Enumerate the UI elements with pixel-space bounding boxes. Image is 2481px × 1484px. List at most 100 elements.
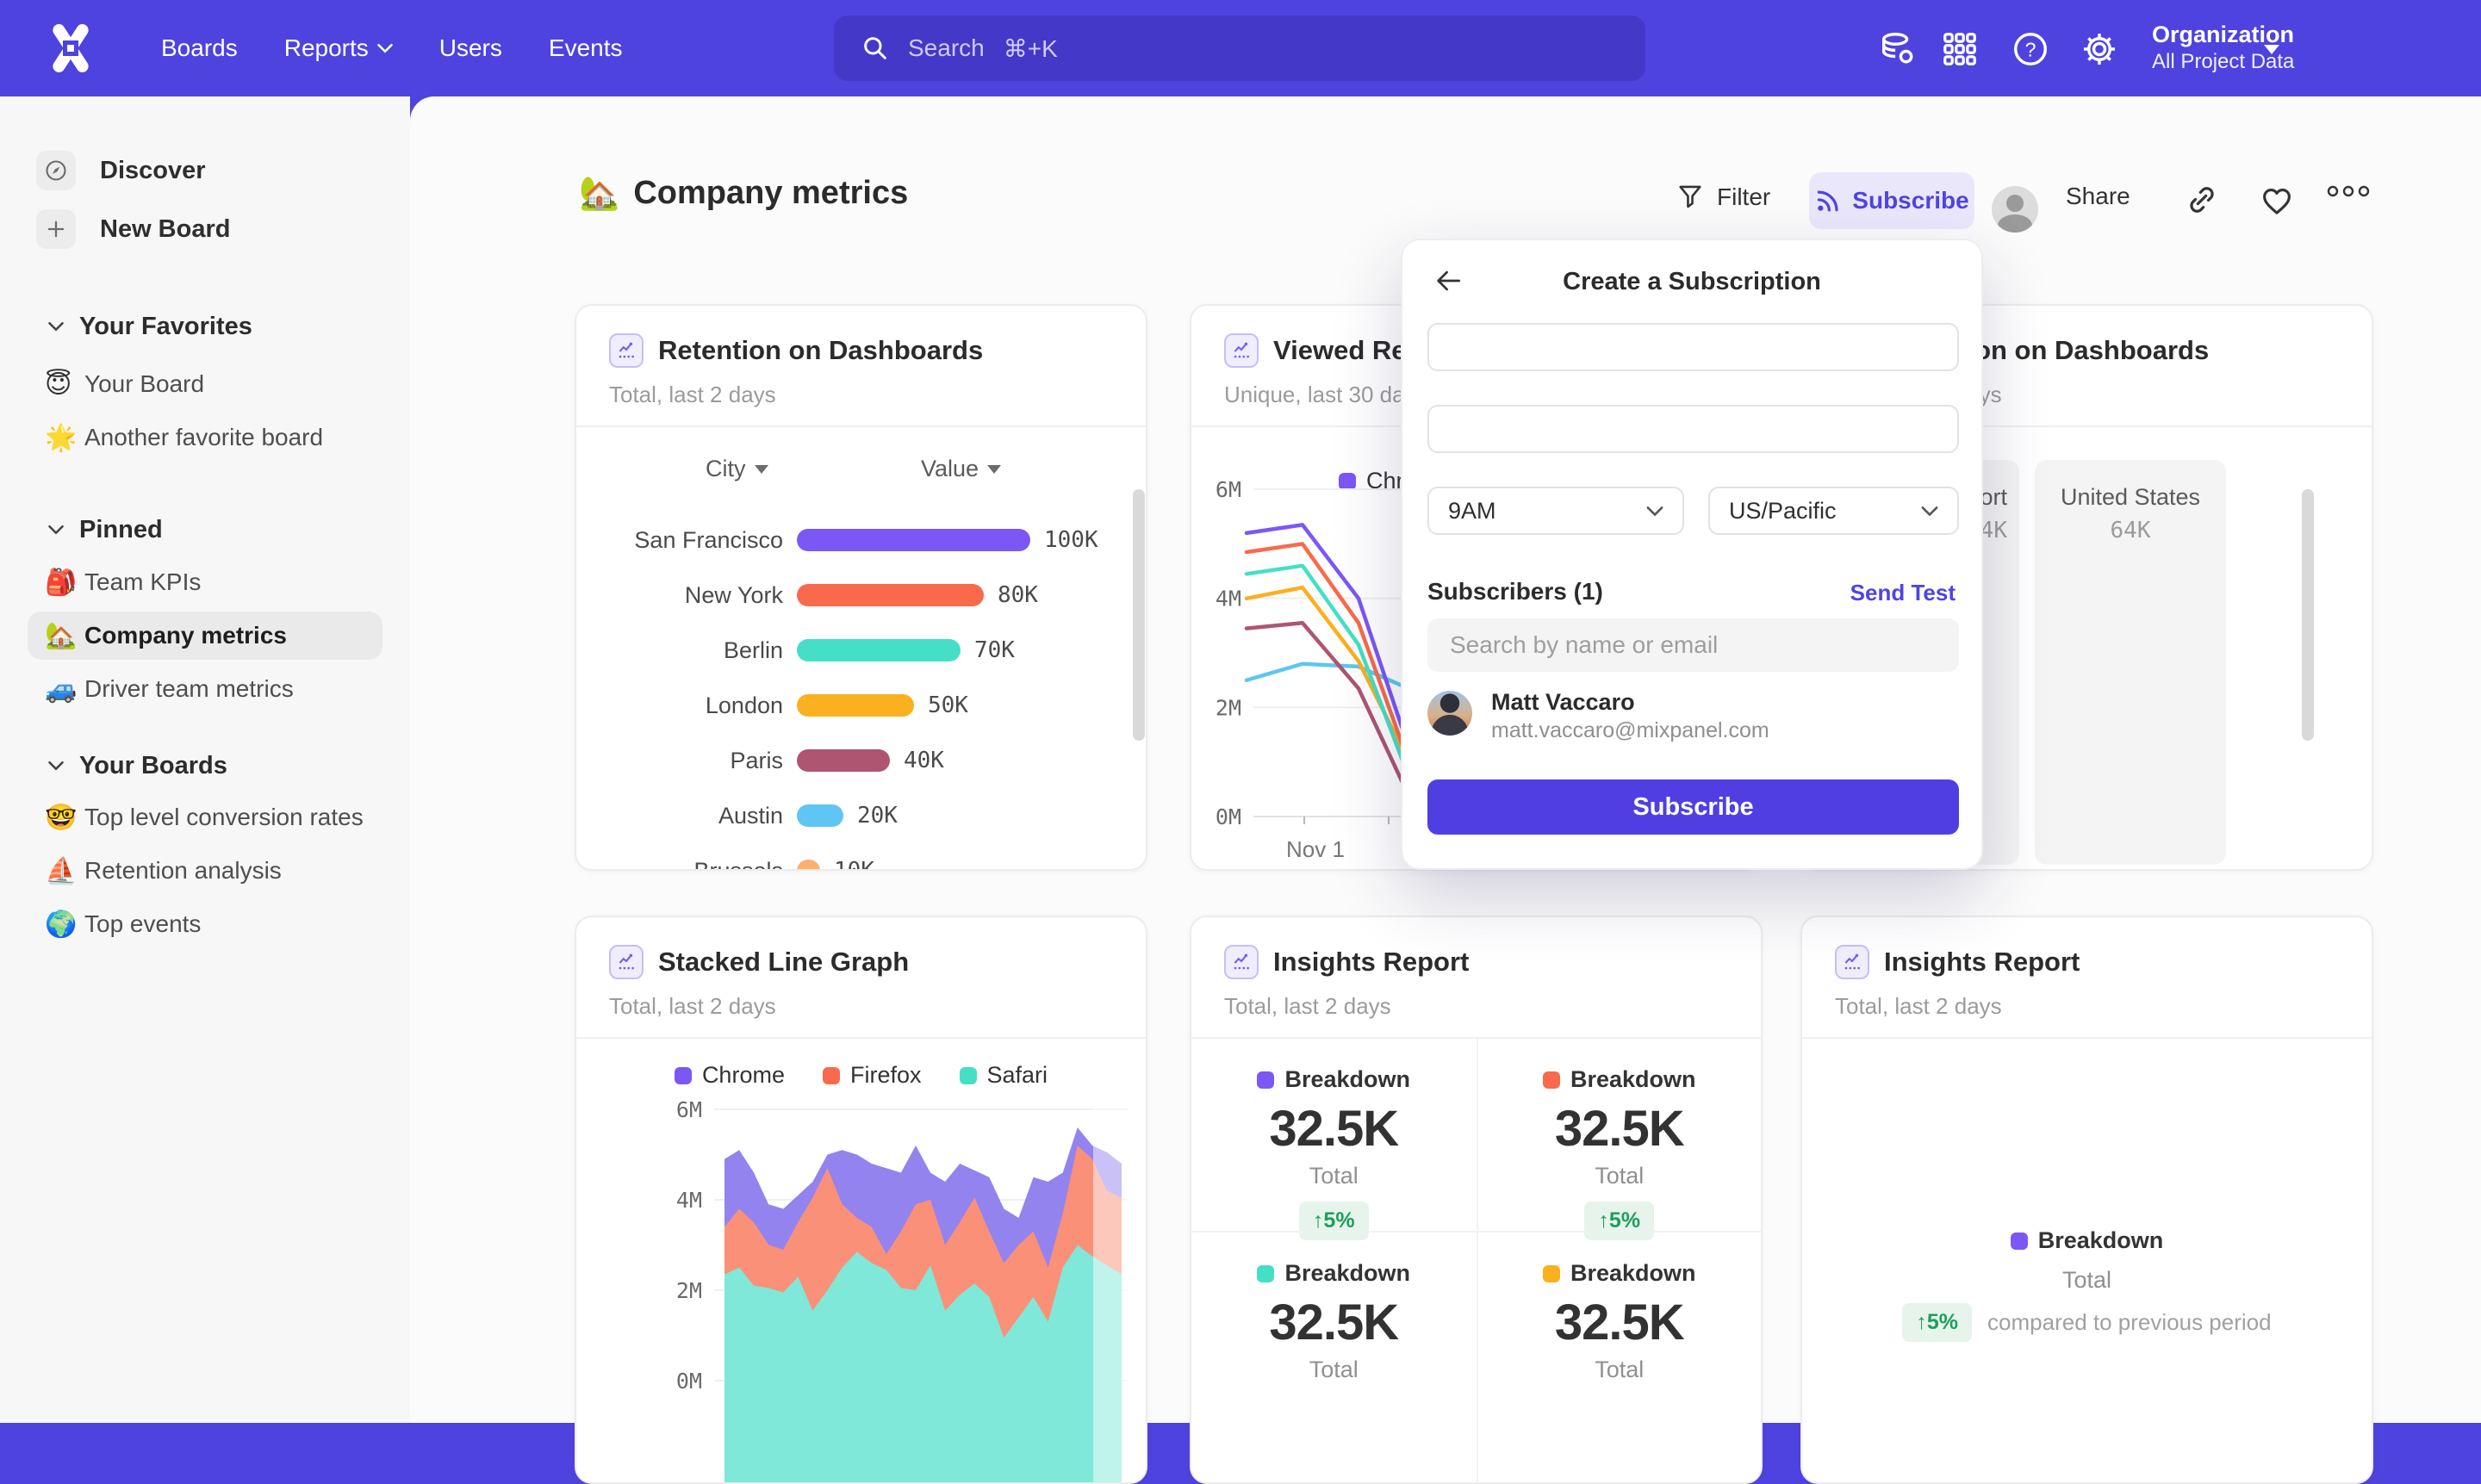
- search-icon: [861, 34, 889, 62]
- chevron-down-icon: [48, 321, 64, 332]
- more-options-icon[interactable]: [2326, 183, 2371, 200]
- tile-total-label: Total: [1309, 1357, 1359, 1383]
- city-label: Brussels: [576, 858, 783, 872]
- apps-grid-icon[interactable]: [1940, 29, 1980, 69]
- value-label: 100K: [1044, 527, 1098, 553]
- delta-badge: ↑5%: [1902, 1303, 1972, 1342]
- legend-swatch: [1257, 1071, 1274, 1089]
- sidebar-item-top-events[interactable]: 🌍Top events: [0, 900, 410, 948]
- board-emoji: 🤓: [45, 803, 77, 833]
- bar-chart: San Francisco 100K New York80KBerlin70KLon…: [576, 512, 1145, 871]
- subscribers-label: Subscribers (1): [1427, 578, 1603, 605]
- compass-icon: [36, 151, 76, 190]
- table-row-london[interactable]: London50K: [576, 678, 1145, 733]
- value-label: 70K: [974, 637, 1015, 663]
- metric-tile-2[interactable]: Breakdown32.5KTotal↑5%: [1477, 1039, 1762, 1231]
- table-row-new-york[interactable]: New York80K: [576, 568, 1145, 623]
- chevron-down-icon: [48, 761, 64, 771]
- subscribe-submit-button[interactable]: Subscribe: [1427, 779, 1959, 835]
- nav-item-reports[interactable]: Reports: [284, 34, 393, 62]
- subscriber-name: Matt Vaccaro: [1491, 689, 1635, 716]
- metric-tile-4[interactable]: Breakdown32.5KTotal: [1477, 1231, 1762, 1484]
- gear-icon[interactable]: [2080, 29, 2119, 69]
- report-chart-icon: [1224, 945, 1259, 979]
- frequency-tabs: [1427, 405, 1959, 453]
- table-row-austin[interactable]: Austin20K: [576, 788, 1145, 843]
- filter-button[interactable]: Filter: [1676, 183, 1770, 212]
- sidebar-item-discover[interactable]: Discover: [0, 146, 410, 195]
- table-row-san-francisco[interactable]: San Francisco 100K: [576, 512, 1145, 568]
- create-subscription-modal: Create a Subscription 9AM US/Pacific Sub…: [1401, 239, 1983, 870]
- scrollbar[interactable]: [1133, 489, 1145, 741]
- metric-tile-1[interactable]: Breakdown32.5KTotal↑5%: [1191, 1039, 1477, 1231]
- metric-tile-3[interactable]: Breakdown32.5KTotal: [1191, 1231, 1477, 1484]
- breakdown-cell-country[interactable]: United States 64K: [2035, 460, 2226, 865]
- sidebar-item-driver-team-metrics[interactable]: 🚙Driver team metrics: [0, 665, 410, 713]
- sidebar-section-your-favorites[interactable]: Your Favorites: [0, 309, 410, 344]
- chevron-down-icon: [377, 43, 393, 53]
- send-test-link[interactable]: Send Test: [1850, 580, 1956, 606]
- shared-user-avatar[interactable]: [1992, 186, 2038, 233]
- table-row-berlin[interactable]: Berlin70K: [576, 623, 1145, 678]
- tile-legend: Breakdown: [1257, 1260, 1410, 1287]
- sidebar-item-your-board[interactable]: 😇Your Board: [0, 360, 410, 408]
- copy-link-icon[interactable]: [2185, 183, 2219, 217]
- card-stacked-line-graph: Stacked Line Graph Total, last 2 days Ch…: [575, 916, 1147, 1484]
- nav-item-events[interactable]: Events: [549, 34, 623, 62]
- sidebar-item-label: Retention analysis: [84, 857, 282, 885]
- sidebar-item-label: Top level conversion rates: [84, 804, 364, 831]
- board-emoji: 🏡: [45, 621, 77, 651]
- filter-icon: [1676, 183, 1705, 212]
- card-insights-report: Insights Report Total, last 2 days Break…: [1190, 916, 1763, 1484]
- sidebar-item-top-level-conversion-rates[interactable]: 🤓 Top level conversion rates: [0, 793, 410, 841]
- value-label: 50K: [928, 692, 968, 718]
- sidebar-item-new-board[interactable]: New Board: [0, 205, 410, 253]
- share-button[interactable]: Share: [2066, 183, 2130, 210]
- city-label: Paris: [576, 748, 783, 774]
- legend-breakdown[interactable]: Breakdown: [1802, 1227, 2372, 1254]
- sidebar-item-label: Your Board: [84, 370, 204, 398]
- sidebar-item-retention-analysis[interactable]: ⛵Retention analysis: [0, 847, 410, 895]
- table-row-brussels[interactable]: Brussels 10K: [576, 843, 1145, 871]
- data-management-icon[interactable]: [1878, 29, 1918, 69]
- sidebar-section-your-boards[interactable]: Your Boards: [0, 748, 410, 783]
- chevron-down-icon: [1646, 506, 1663, 517]
- scrollbar[interactable]: [2302, 489, 2314, 741]
- subscriber-search-input[interactable]: [1427, 618, 1959, 672]
- nav-menu: Boards Reports Users Events: [161, 0, 623, 96]
- sidebar-item-company-metrics[interactable]: 🏡Company metrics: [0, 612, 410, 660]
- favorite-heart-icon[interactable]: [2259, 183, 2295, 219]
- tile-value: 32.5K: [1555, 1100, 1684, 1158]
- tile-total-label: Total: [1595, 1357, 1644, 1383]
- sidebar: Discover New Board Your Favorites 😇Your Boa…: [0, 96, 410, 1423]
- value-label: 10K: [834, 858, 874, 871]
- svg-text:4M: 4M: [1216, 587, 1241, 612]
- total-label: Total: [1802, 1267, 2372, 1294]
- nav-item-boards[interactable]: Boards: [161, 34, 238, 62]
- report-chart-icon: [1835, 945, 1869, 979]
- search-input[interactable]: Search ⌘+K: [834, 16, 1645, 81]
- svg-text:6M: 6M: [676, 1097, 702, 1122]
- sidebar-section-title: Your Boards: [79, 752, 227, 780]
- help-icon[interactable]: ?: [2011, 29, 2050, 69]
- tile-legend: Breakdown: [1543, 1066, 1696, 1093]
- chevron-down-icon: [1921, 506, 1938, 517]
- value-bar: [797, 639, 961, 661]
- column-header-value[interactable]: Value: [921, 456, 1001, 482]
- city-label: New York: [576, 582, 783, 609]
- table-row-paris[interactable]: Paris40K: [576, 733, 1145, 788]
- city-label: San Francisco: [576, 527, 783, 554]
- svg-text:?: ?: [2025, 38, 2036, 60]
- column-header-city[interactable]: City: [706, 456, 768, 482]
- board-emoji: 🌍: [45, 910, 77, 940]
- sidebar-section-pinned[interactable]: Pinned: [0, 512, 410, 547]
- mixpanel-logo-icon[interactable]: [45, 22, 96, 74]
- sidebar-item-another-favorite-board[interactable]: 🌟Another favorite board: [0, 413, 410, 462]
- time-select[interactable]: 9AM: [1427, 487, 1684, 535]
- subscribe-button[interactable]: Subscribe: [1809, 172, 1974, 229]
- value-bar: [797, 749, 890, 772]
- sidebar-item-team-kpis[interactable]: 🎒Team KPIs: [0, 558, 410, 606]
- svg-text:Nov 1: Nov 1: [1286, 836, 1345, 862]
- timezone-select[interactable]: US/Pacific: [1708, 487, 1959, 535]
- nav-item-users[interactable]: Users: [439, 34, 502, 62]
